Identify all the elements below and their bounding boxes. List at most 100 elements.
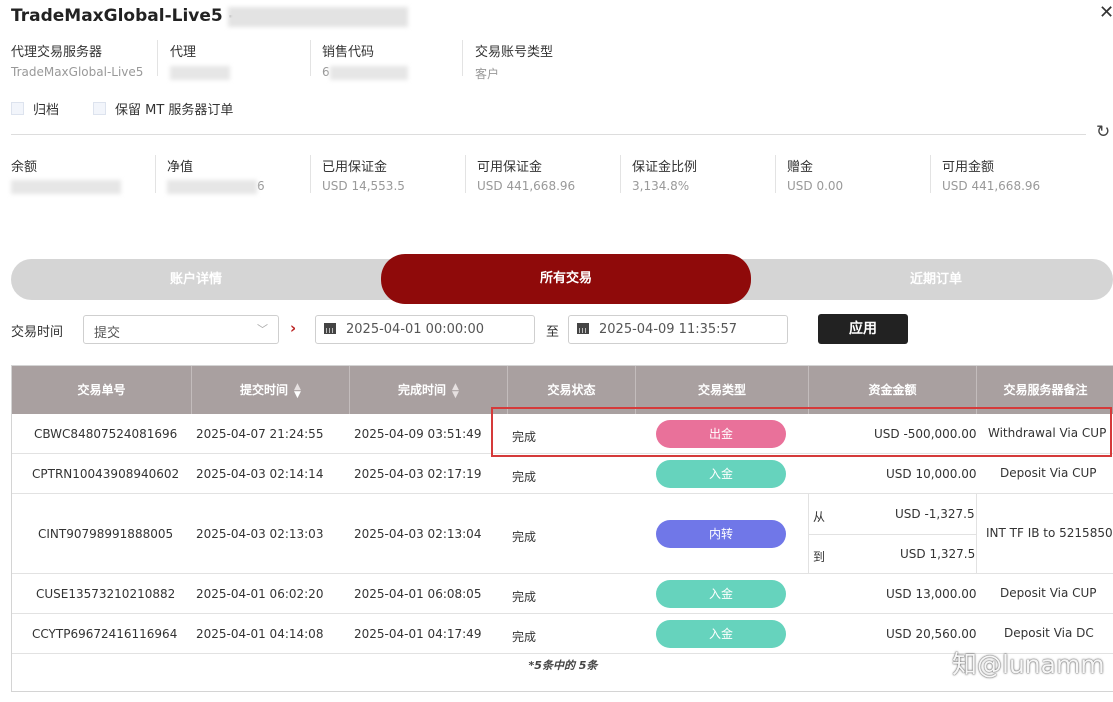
date-separator: 至 <box>546 325 560 340</box>
transaction-id: CPTRN10043908940602 <box>32 467 180 481</box>
redacted-value <box>170 65 230 80</box>
stat-label: 可用保证金 <box>477 160 543 175</box>
tab-account-details[interactable]: 账户详情 <box>11 259 381 300</box>
stat-value: USD 441,668.96 <box>942 179 1041 193</box>
stat-value: USD 441,668.96 <box>477 179 576 193</box>
server-note: Deposit Via CUP <box>1000 586 1097 600</box>
complete-time: 2025-04-01 06:08:05 <box>354 587 482 601</box>
divider <box>157 40 158 76</box>
chevron-right-icon: › <box>290 319 297 337</box>
divider <box>976 494 977 574</box>
stat-label: 可用金额 <box>942 160 995 175</box>
divider <box>310 40 311 76</box>
date-value: 2025-04-09 11:35:57 <box>599 322 738 337</box>
server-note: Deposit Via DC <box>1004 626 1094 640</box>
stat-label: 净值 <box>167 160 194 175</box>
keep-mt-orders-checkbox[interactable]: 保留 MT 服务器订单 <box>93 99 233 118</box>
from-amount: USD -1,327.5 <box>895 507 975 521</box>
info-value <box>170 65 230 80</box>
divider <box>620 155 621 193</box>
checkbox-label: 归档 <box>33 103 60 118</box>
tab-recent-orders[interactable]: 近期订单 <box>751 259 1113 300</box>
status: 完成 <box>512 590 537 604</box>
info-value: 6 <box>322 65 408 80</box>
server-note: Deposit Via CUP <box>1000 466 1097 480</box>
divider <box>11 134 1086 135</box>
redacted-value <box>167 179 257 194</box>
stat-available-amount: 可用金额 USD 441,668.96 <box>942 156 1040 193</box>
submit-time: 2025-04-01 06:02:20 <box>196 587 324 601</box>
status: 完成 <box>512 630 537 644</box>
info-account-type: 交易账号类型 客户 <box>475 41 553 82</box>
table-row: CINT90798991888005 2025-04-03 02:13:03 2… <box>12 494 1113 574</box>
divider <box>930 155 931 193</box>
divider <box>465 155 466 193</box>
stat-free-margin: 可用保证金 USD 441,668.96 <box>477 156 575 193</box>
info-value: 客户 <box>475 67 500 81</box>
date-to-input[interactable]: 2025-04-09 11:35:57 <box>568 315 788 344</box>
tab-all-transactions[interactable]: 所有交易 <box>381 254 751 304</box>
select-value: 提交 <box>94 326 121 341</box>
from-label: 从 <box>813 510 826 524</box>
complete-time: 2025-04-03 02:13:04 <box>354 527 482 541</box>
date-from-input[interactable]: 2025-04-01 00:00:00 <box>315 315 535 344</box>
sort-icon[interactable]: ▲ ▼ <box>452 382 459 399</box>
chevron-down-icon: ﹀ <box>257 323 268 336</box>
transaction-id: CINT90798991888005 <box>38 527 174 541</box>
stat-bonus: 赠金 USD 0.00 <box>787 156 843 193</box>
divider <box>462 40 463 76</box>
checkbox-box[interactable] <box>93 102 106 115</box>
submit-time: 2025-04-07 21:24:55 <box>196 427 324 441</box>
type-badge-internal-transfer: 内转 <box>656 520 786 548</box>
apply-button[interactable]: 应用 <box>818 314 908 344</box>
info-label: 代理 <box>170 45 197 60</box>
complete-time: 2025-04-03 02:17:19 <box>354 467 482 481</box>
date-value: 2025-04-01 00:00:00 <box>346 322 485 337</box>
column-header-complete-time[interactable]: 完成时间 ▲ ▼ <box>350 366 508 414</box>
status: 完成 <box>512 470 537 484</box>
type-badge-deposit: 入金 <box>656 580 786 608</box>
submit-time: 2025-04-03 02:13:03 <box>196 527 324 541</box>
close-icon[interactable]: ✕ <box>1099 2 1113 23</box>
refresh-icon[interactable]: ↻ <box>1096 122 1110 142</box>
time-type-select[interactable]: 提交 ﹀ <box>83 315 279 344</box>
type-badge-deposit: 入金 <box>656 460 786 488</box>
table-row: CPTRN10043908940602 2025-04-03 02:14:14 … <box>12 454 1113 494</box>
checkbox-label: 保留 MT 服务器订单 <box>115 103 234 118</box>
table-row: CUSE13573210210882 2025-04-01 06:02:20 2… <box>12 574 1113 614</box>
server-note: INT TF IB to 5215850 <box>986 526 1113 540</box>
stat-label: 已用保证金 <box>322 160 388 175</box>
redacted-value <box>329 65 408 80</box>
stat-margin-level: 保证金比例 3,134.8% <box>632 156 697 193</box>
column-header-submit-time[interactable]: 提交时间 ▲ ▼ <box>192 366 350 414</box>
calendar-icon <box>324 323 336 334</box>
stat-balance: 余额 <box>11 156 121 194</box>
redacted-value <box>11 179 121 194</box>
stat-value <box>11 179 121 194</box>
type-badge-deposit: 入金 <box>656 620 786 648</box>
divider <box>809 534 976 535</box>
sort-icon[interactable]: ▲ ▼ <box>294 382 301 399</box>
stat-value: USD 14,553.5 <box>322 179 405 193</box>
info-value: TradeMaxGlobal-Live5 <box>11 65 144 79</box>
pagination-count: *5条中的 5条 <box>528 659 598 672</box>
checkbox-box[interactable] <box>11 102 24 115</box>
stat-value: USD 0.00 <box>787 179 844 193</box>
stat-label: 余额 <box>11 160 38 175</box>
status: 完成 <box>512 530 537 544</box>
page-title: TradeMaxGlobal-Live5 - <box>11 6 236 26</box>
info-agent-server: 代理交易服务器 TradeMaxGlobal-Live5 <box>11 41 143 79</box>
watermark: 知@lunamm <box>952 650 1105 679</box>
submit-time: 2025-04-01 04:14:08 <box>196 627 324 641</box>
stat-value: 6 <box>167 179 265 194</box>
info-label: 代理交易服务器 <box>11 45 103 60</box>
highlight-box <box>491 407 1112 457</box>
submit-time: 2025-04-03 02:14:14 <box>196 467 324 481</box>
stat-label: 保证金比例 <box>632 160 698 175</box>
complete-time: 2025-04-01 04:17:49 <box>354 627 482 641</box>
calendar-icon <box>577 323 589 334</box>
transaction-id: CBWC84807524081696 <box>34 427 178 441</box>
archive-checkbox[interactable]: 归档 <box>11 99 59 118</box>
info-label: 交易账号类型 <box>475 45 554 60</box>
amount: USD 13,000.00 <box>886 587 977 601</box>
